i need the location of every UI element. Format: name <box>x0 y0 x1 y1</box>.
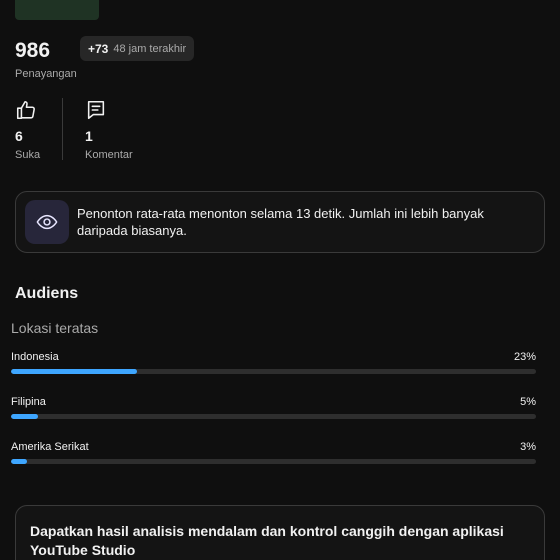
likes-count: 6 <box>15 128 23 144</box>
location-name: Amerika Serikat <box>11 441 89 453</box>
location-bar-track <box>11 459 536 464</box>
insight-icon-container <box>25 200 69 244</box>
location-bar-track <box>11 369 536 374</box>
location-row-filipina: Filipina 5% <box>11 396 536 419</box>
location-percent: 5% <box>520 396 536 408</box>
metric-divider <box>62 98 63 160</box>
likes-metric[interactable]: 6 Suka <box>15 99 85 161</box>
location-bar-track <box>11 414 536 419</box>
delta-period: 48 jam terakhir <box>113 42 187 55</box>
comments-metric[interactable]: 1 Komentar <box>85 99 155 161</box>
views-count: 986 <box>15 39 51 62</box>
comments-label: Komentar <box>85 149 133 161</box>
likes-label: Suka <box>15 149 41 161</box>
insight-text: Penonton rata-rata menonton selama 13 de… <box>77 206 484 238</box>
location-bar-fill <box>11 459 28 464</box>
youtube-studio-promo-card[interactable]: Dapatkan hasil analisis mendalam dan kon… <box>15 505 545 560</box>
location-row-indonesia: Indonesia 23% <box>11 351 536 374</box>
thumbs-up-icon <box>16 100 35 120</box>
watch-time-insight-card[interactable]: Penonton rata-rata menonton selama 13 de… <box>15 191 545 253</box>
location-bar-fill <box>11 369 137 374</box>
location-percent: 3% <box>520 441 536 453</box>
top-locations-title: Lokasi teratas <box>11 320 99 336</box>
video-thumbnail[interactable] <box>15 0 99 20</box>
audience-section-title: Audiens <box>15 285 79 302</box>
location-percent: 23% <box>513 351 536 363</box>
delta-value: +73 <box>88 41 109 56</box>
location-name: Filipina <box>11 396 46 408</box>
comments-count: 1 <box>85 128 93 144</box>
location-name: Indonesia <box>11 351 59 363</box>
location-row-amerika-serikat: Amerika Serikat 3% <box>11 441 536 464</box>
views-delta-badge: +73 48 jam terakhir <box>80 36 195 61</box>
location-bar-fill <box>11 414 39 419</box>
views-label: Penayangan <box>15 68 77 80</box>
comment-icon <box>87 100 105 120</box>
eye-icon <box>36 214 58 230</box>
promo-text: Dapatkan hasil analisis mendalam dan kon… <box>30 523 504 558</box>
